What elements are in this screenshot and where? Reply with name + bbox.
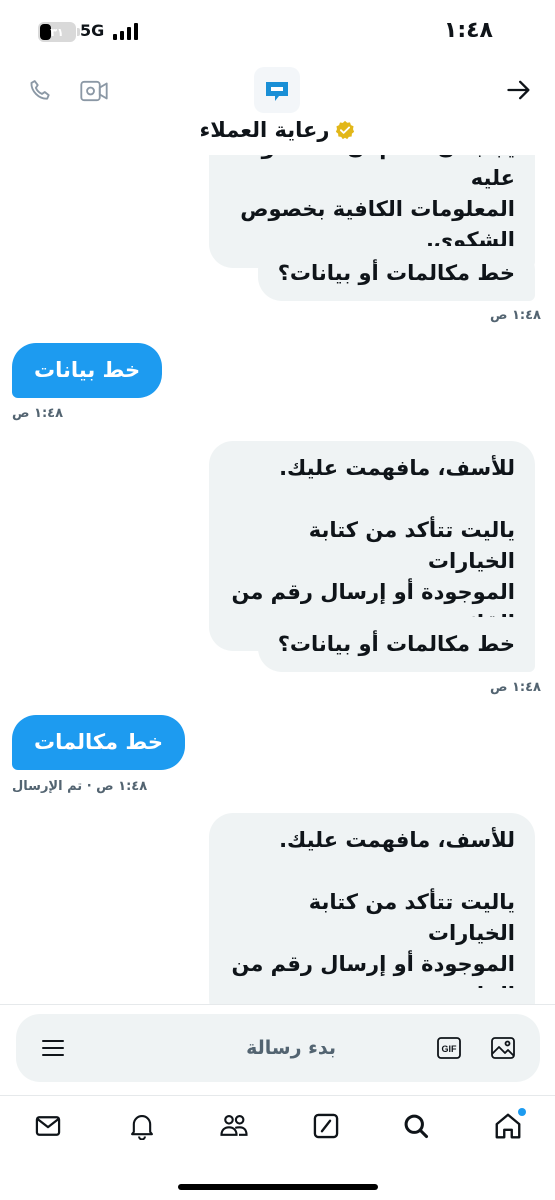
status-bar: ٣١ 5G ١:٤٨ bbox=[0, 0, 555, 60]
message-timestamp: ١:٤٨ ص bbox=[489, 680, 541, 695]
verified-badge-icon bbox=[335, 120, 355, 140]
home-indicator bbox=[178, 1184, 378, 1190]
nav-messages[interactable] bbox=[28, 1108, 68, 1148]
message-incoming[interactable]: خط مكالمات أو بيانات؟ bbox=[257, 617, 535, 672]
message-list[interactable]: يجب أن تقدم أن المقصود عليه المعلومات ال… bbox=[0, 150, 555, 1005]
contact-name: رعاية العملاء bbox=[199, 118, 330, 142]
message-input[interactable] bbox=[96, 1030, 336, 1066]
contact-name-row[interactable]: رعاية العملاء bbox=[0, 118, 555, 145]
nav-home[interactable] bbox=[488, 1108, 528, 1148]
phone-icon[interactable] bbox=[26, 76, 56, 106]
message-incoming[interactable]: خط مكالمات أو بيانات؟ bbox=[257, 246, 535, 301]
battery-icon: ٣١ bbox=[38, 22, 76, 42]
message-composer: GIF bbox=[16, 1014, 540, 1082]
company-logo-icon bbox=[254, 67, 300, 113]
message-timestamp: ١:٤٨ ص bbox=[12, 406, 64, 421]
video-icon[interactable] bbox=[78, 76, 110, 106]
nav-search[interactable] bbox=[396, 1108, 436, 1148]
search-icon bbox=[402, 1112, 430, 1144]
notification-dot bbox=[518, 1108, 526, 1116]
people-icon bbox=[219, 1111, 249, 1145]
mail-icon bbox=[34, 1112, 62, 1144]
message-incoming[interactable]: للأسف، مافهمت عليك. ياليت تتأكد من كتابة… bbox=[209, 813, 535, 1005]
signal-icon bbox=[113, 23, 138, 40]
grok-icon bbox=[312, 1112, 340, 1144]
dm-conversation-screen: ٣١ 5G ١:٤٨ يجب أن تقدم أن المقصود عليه ا… bbox=[0, 0, 555, 1200]
nav-grok[interactable] bbox=[306, 1108, 346, 1148]
message-incoming-partial[interactable] bbox=[275, 988, 535, 1005]
gif-icon[interactable]: GIF bbox=[434, 1033, 464, 1063]
nav-notifications[interactable] bbox=[122, 1108, 162, 1148]
message-timestamp: ١:٤٨ ص bbox=[489, 308, 541, 323]
conversation-header: رعاية العملاء bbox=[0, 60, 555, 155]
network-type: 5G bbox=[80, 21, 105, 40]
home-icon bbox=[493, 1111, 523, 1145]
bell-icon bbox=[128, 1112, 156, 1144]
gif-label: GIF bbox=[442, 1044, 458, 1054]
composer-divider bbox=[0, 1004, 555, 1005]
image-icon[interactable] bbox=[488, 1033, 518, 1063]
bottom-navigation bbox=[0, 1096, 555, 1166]
nav-communities[interactable] bbox=[214, 1108, 254, 1148]
menu-icon[interactable] bbox=[38, 1033, 68, 1063]
battery-percentage: ٣١ bbox=[50, 25, 64, 39]
status-time: ١:٤٨ bbox=[443, 18, 493, 43]
arrow-right-icon[interactable] bbox=[503, 74, 535, 106]
message-outgoing[interactable]: خط مكالمات bbox=[12, 715, 185, 770]
message-status: ١:٤٨ ص · تم الإرسال bbox=[12, 779, 148, 794]
message-outgoing[interactable]: خط بيانات bbox=[12, 343, 163, 398]
